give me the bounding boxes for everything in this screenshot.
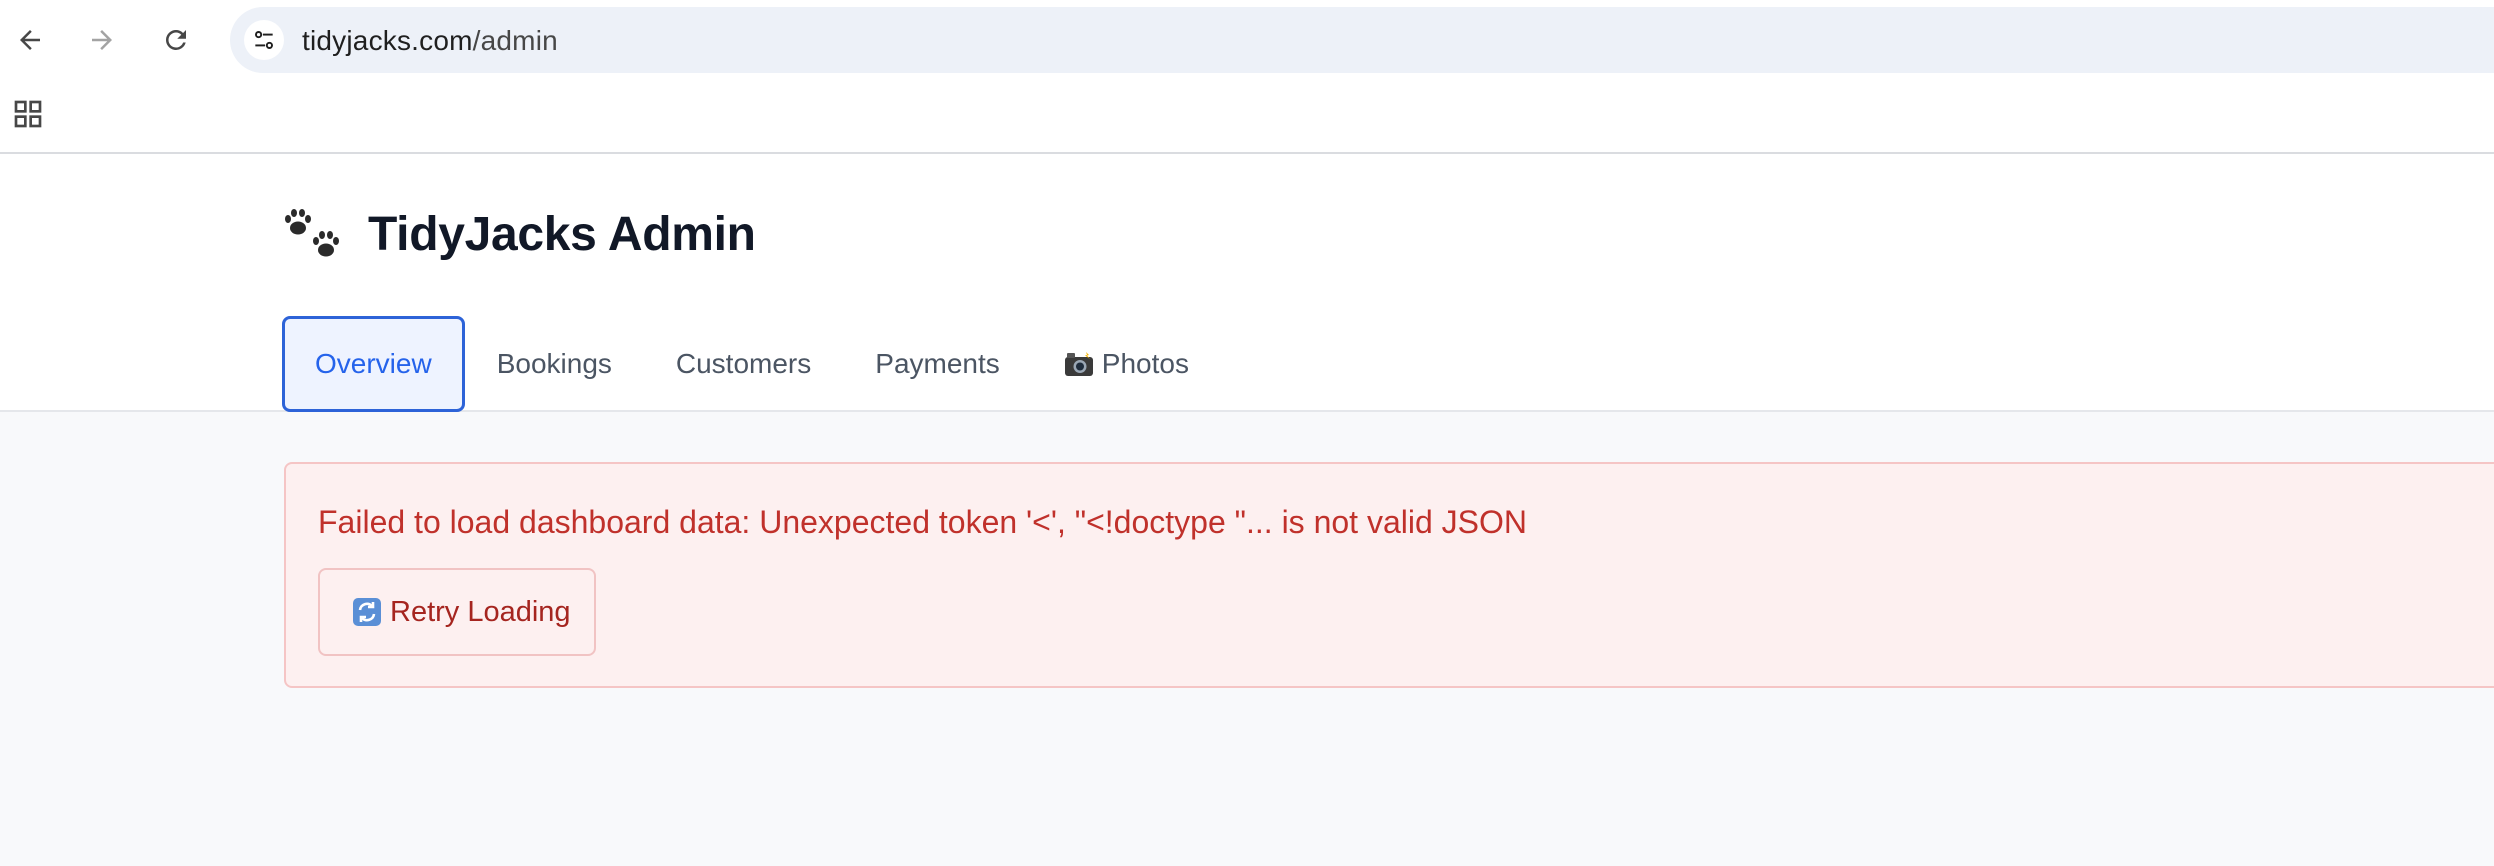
tab-overview[interactable]: Overview: [282, 316, 465, 412]
error-alert: Failed to load dashboard data: Unexpecte…: [284, 462, 2494, 688]
refresh-icon: [353, 598, 381, 626]
retry-label: Retry Loading: [390, 595, 571, 628]
tab-label: Customers: [675, 348, 812, 379]
address-bar[interactable]: tidyjacks.com/admin: [230, 7, 2494, 73]
camera-flash-icon: [1064, 352, 1093, 376]
retry-loading-button[interactable]: Retry Loading: [318, 568, 596, 656]
tab-label: Bookings: [496, 348, 612, 379]
tab-bookings[interactable]: Bookings: [465, 316, 644, 412]
tab-label: Photos: [1101, 348, 1189, 379]
tab-bar: Overview Bookings Customers Payments Pho…: [282, 316, 1221, 412]
reload-icon: [166, 30, 186, 50]
app-title: TidyJacks Admin: [368, 207, 756, 261]
url-domain: tidyjacks.com: [302, 25, 473, 56]
url-text[interactable]: tidyjacks.com/admin: [302, 25, 558, 57]
tab-customers[interactable]: Customers: [644, 316, 843, 412]
brand: TidyJacks Admin: [282, 202, 756, 266]
arrow-left-icon: [20, 30, 40, 50]
tab-label: Payments: [875, 348, 1000, 379]
url-path: /admin: [472, 25, 558, 56]
main-content: Failed to load dashboard data: Unexpecte…: [0, 412, 2494, 866]
reload-button[interactable]: [150, 14, 202, 66]
back-button[interactable]: [4, 14, 56, 66]
bookmarks-bar: [0, 80, 2494, 154]
error-message: Failed to load dashboard data: Unexpecte…: [318, 504, 1527, 540]
tab-photos[interactable]: Photos: [1032, 316, 1221, 412]
apps-grid-icon[interactable]: [12, 98, 44, 130]
app-header: TidyJacks Admin Overview Bookings Custom…: [0, 156, 2494, 412]
tab-label: Overview: [315, 348, 432, 379]
site-info-button[interactable]: [244, 20, 284, 60]
tune-icon: [255, 31, 273, 49]
paw-prints-icon: [285, 209, 339, 257]
forward-button[interactable]: [76, 14, 128, 66]
tab-payments[interactable]: Payments: [843, 316, 1032, 412]
browser-toolbar: tidyjacks.com/admin: [0, 0, 2494, 80]
arrow-right-icon: [92, 30, 112, 50]
